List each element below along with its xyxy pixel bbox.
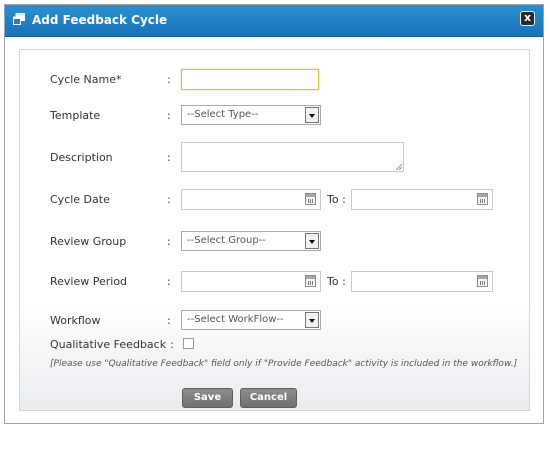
review-period-to-label: To :	[327, 275, 346, 288]
review-group-colon: :	[167, 235, 171, 248]
review-group-label: Review Group	[50, 235, 127, 248]
calendar-icon[interactable]	[305, 275, 316, 287]
add-feedback-cycle-dialog: Add Feedback Cycle x Cycle Name* : Templ…	[4, 4, 544, 424]
review-period-label: Review Period	[50, 275, 128, 288]
dropdown-arrow-icon[interactable]	[305, 233, 319, 249]
description-textarea[interactable]	[181, 142, 404, 172]
calendar-icon[interactable]	[477, 193, 488, 205]
cycle-name-colon: :	[167, 73, 171, 86]
cycle-date-colon: :	[167, 193, 171, 206]
template-select[interactable]: --Select Type--	[181, 105, 321, 125]
dialog-title: Add Feedback Cycle	[32, 13, 168, 27]
close-icon: x	[523, 11, 532, 24]
cycle-date-to-input[interactable]	[351, 189, 493, 210]
cycle-date-to-label: To :	[327, 193, 346, 206]
template-colon: :	[167, 109, 171, 122]
description-label: Description	[50, 151, 113, 164]
cycle-date-from-input[interactable]	[181, 189, 321, 210]
review-group-selected-value: --Select Group--	[187, 235, 266, 246]
cycle-name-label: Cycle Name*	[50, 73, 122, 86]
cancel-button[interactable]: Cancel	[240, 388, 297, 408]
dialog-window-icon	[13, 13, 25, 25]
qualitative-feedback-checkbox[interactable]	[183, 338, 194, 349]
workflow-label: Workflow	[50, 314, 101, 327]
template-selected-value: --Select Type--	[187, 109, 259, 120]
description-colon: :	[167, 151, 171, 164]
close-button[interactable]: x	[520, 11, 535, 26]
qualitative-feedback-label: Qualitative Feedback	[50, 338, 167, 351]
qualitative-feedback-colon: :	[170, 338, 174, 351]
workflow-colon: :	[167, 314, 171, 327]
resize-grip-icon[interactable]	[396, 164, 402, 170]
qualitative-feedback-note: [Please use "Qualitative Feedback" field…	[50, 359, 518, 369]
dialog-title-bar[interactable]: Add Feedback Cycle x	[5, 5, 543, 37]
review-period-colon: :	[167, 275, 171, 288]
workflow-select[interactable]: --Select WorkFlow--	[181, 310, 321, 330]
review-period-to-input[interactable]	[351, 271, 493, 292]
workflow-selected-value: --Select WorkFlow--	[187, 314, 284, 325]
calendar-icon[interactable]	[305, 193, 316, 205]
dropdown-arrow-icon[interactable]	[305, 107, 319, 123]
calendar-icon[interactable]	[477, 275, 488, 287]
form-panel: Cycle Name* : Template : --Select Type--…	[19, 49, 530, 411]
save-button[interactable]: Save	[182, 388, 233, 408]
dropdown-arrow-icon[interactable]	[305, 312, 319, 328]
review-period-from-input[interactable]	[181, 271, 321, 292]
review-group-select[interactable]: --Select Group--	[181, 231, 321, 251]
cycle-name-input[interactable]	[181, 69, 319, 90]
template-label: Template	[50, 109, 101, 122]
cycle-date-label: Cycle Date	[50, 193, 110, 206]
